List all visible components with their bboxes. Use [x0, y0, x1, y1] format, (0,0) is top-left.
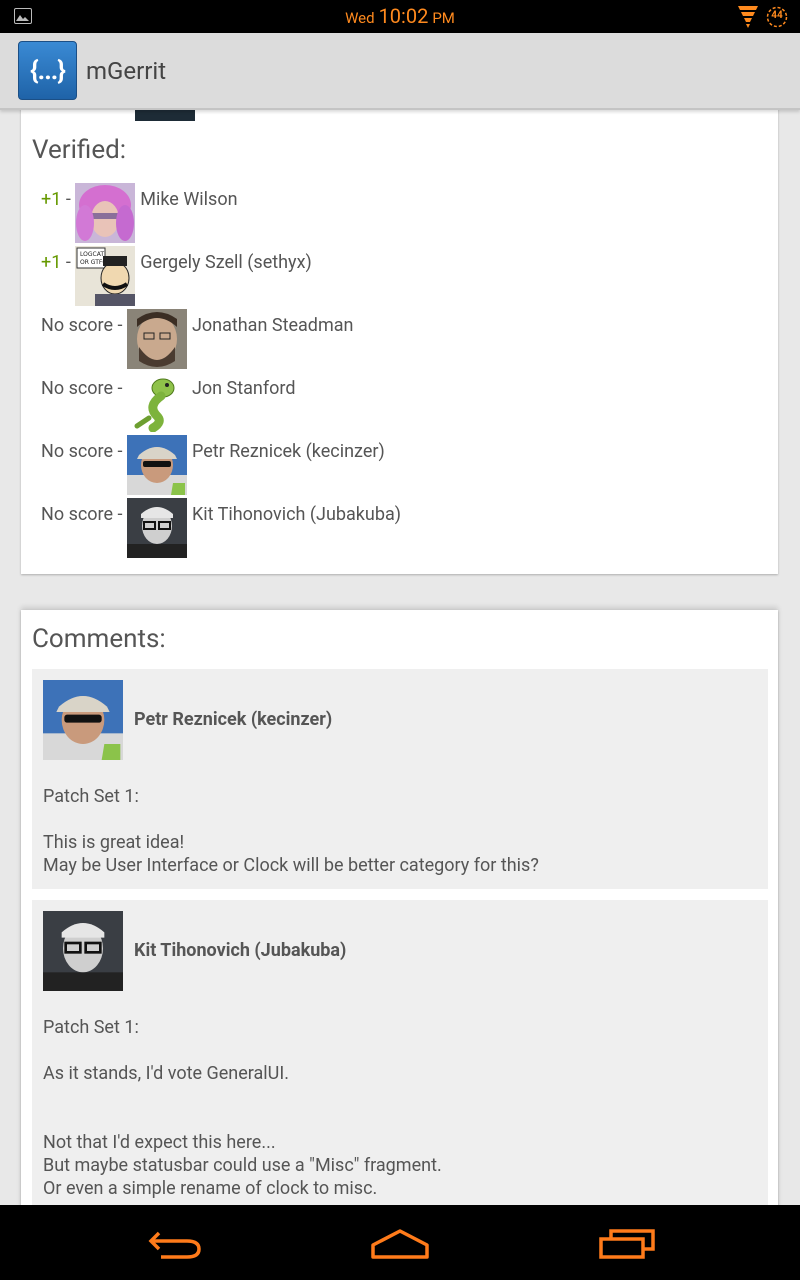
- bearded-man-avatar: [126, 309, 187, 369]
- scroll-content[interactable]: Verified: +1 - Mike Wilson +1 - LOGCAT O…: [0, 108, 800, 1205]
- clock: Wed 10:02 PM: [0, 4, 800, 28]
- notification-stack-icon: [738, 6, 758, 32]
- reviewer-name: Mike Wilson: [140, 189, 238, 210]
- logcat-comic-avatar: LOGCAT OR GTFO: [75, 246, 136, 306]
- reviewer-name: Gergely Szell (sethyx): [140, 252, 312, 273]
- battery-icon: 44: [766, 6, 788, 28]
- comments-title: Comments:: [32, 624, 166, 654]
- svg-text:LOGCAT: LOGCAT: [80, 251, 104, 258]
- score-value: No score: [41, 504, 114, 525]
- glasses-man-avatar: [126, 498, 187, 558]
- score-value: No score: [41, 441, 114, 462]
- comment-item[interactable]: Petr Reznicek (kecinzer) Patch Set 1: Th…: [32, 669, 768, 889]
- score-separator: -: [117, 441, 123, 462]
- navigation-bar: [0, 1205, 800, 1280]
- reviewer-row[interactable]: No score - Jon Stanford: [41, 372, 295, 432]
- score-value: +1: [41, 189, 62, 210]
- reviewer-row[interactable]: No score - Petr Reznicek (kecinzer): [41, 435, 385, 495]
- reviewer-name: Jon Stanford: [191, 378, 296, 399]
- cap-sunglasses-avatar: [43, 680, 123, 760]
- comments-card: Comments: Petr Reznicek (kecinzer) Patch…: [21, 610, 778, 1205]
- pink-hair-avatar: [75, 183, 136, 243]
- reviewer-row[interactable]: No score - Kit Tihonovich (Jubakuba): [41, 498, 401, 558]
- score-separator: -: [65, 189, 71, 210]
- score-value: +1: [41, 252, 62, 273]
- comment-item[interactable]: Kit Tihonovich (Jubakuba) Patch Set 1: A…: [32, 900, 768, 1205]
- cap-sunglasses-avatar: [126, 435, 187, 495]
- action-bar: {...} mGerrit: [0, 33, 800, 110]
- app-title: mGerrit: [86, 57, 167, 85]
- reviewer-row[interactable]: No score - Jonathan Steadman: [41, 309, 353, 369]
- score-value: No score: [41, 315, 114, 336]
- green-lizard-avatar: [126, 372, 187, 432]
- comment-patch-set: Patch Set 1:: [43, 786, 139, 807]
- comment-body-continued: Not that I'd expect this here... But may…: [43, 1132, 442, 1199]
- reviewer-name: Petr Reznicek (kecinzer): [191, 441, 385, 462]
- comment-body: As it stands, I'd vote GeneralUI.: [43, 1063, 289, 1084]
- clock-time: 10:02: [378, 4, 429, 28]
- score-separator: -: [117, 378, 123, 399]
- comment-author: Kit Tihonovich (Jubakuba): [134, 940, 347, 961]
- clock-day: Wed: [345, 9, 375, 27]
- score-value: No score: [41, 378, 114, 399]
- score-separator: -: [117, 504, 123, 525]
- app-icon[interactable]: {...}: [18, 41, 77, 100]
- reviewer-row[interactable]: +1 - Mike Wilson: [41, 183, 238, 243]
- recent-apps-icon[interactable]: [597, 1223, 657, 1263]
- score-separator: -: [65, 252, 71, 273]
- glasses-man-avatar: [43, 911, 123, 991]
- comment-author: Petr Reznicek (kecinzer): [134, 709, 333, 730]
- clock-ampm: PM: [432, 9, 455, 27]
- reviewer-name: Kit Tihonovich (Jubakuba): [191, 504, 402, 525]
- comment-patch-set: Patch Set 1:: [43, 1017, 139, 1038]
- reviewer-row[interactable]: +1 - LOGCAT OR GTFO Gergely Szell (sethy…: [41, 246, 312, 306]
- verified-title: Verified:: [32, 135, 127, 165]
- comment-body: This is great idea! May be User Interfac…: [43, 832, 539, 876]
- status-bar: Wed 10:02 PM 44: [0, 0, 800, 33]
- back-icon[interactable]: [145, 1223, 205, 1263]
- home-icon[interactable]: [370, 1223, 430, 1263]
- score-separator: -: [117, 315, 123, 336]
- reviewer-name: Jonathan Steadman: [191, 315, 354, 336]
- battery-level: 44: [771, 10, 783, 21]
- verified-card: Verified: +1 - Mike Wilson +1 - LOGCAT O…: [21, 108, 778, 574]
